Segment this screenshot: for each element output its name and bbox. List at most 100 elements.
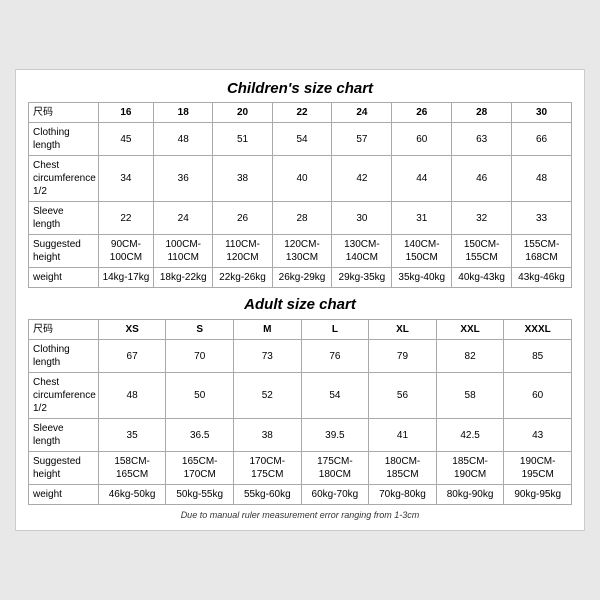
- table-cell: 48: [512, 156, 572, 202]
- table-cell: 165CM-170CM: [166, 452, 234, 485]
- table-cell: 26kg-29kg: [272, 268, 332, 288]
- table-cell: 44: [392, 156, 452, 202]
- table-cell: 190CM-195CM: [504, 452, 572, 485]
- table-cell: 130CM-140CM: [332, 235, 392, 268]
- table-cell: 28: [272, 202, 332, 235]
- table-row: Chest circumference 1/248505254565860: [29, 373, 572, 419]
- header-cell: 26: [392, 103, 452, 123]
- table-cell: 90CM-100CM: [98, 235, 153, 268]
- header-cell: 18: [154, 103, 213, 123]
- table-cell: 46: [452, 156, 512, 202]
- header-cell: 24: [332, 103, 392, 123]
- table-cell: 80kg-90kg: [436, 485, 504, 505]
- row-label: weight: [29, 268, 99, 288]
- table-cell: 110CM-120CM: [213, 235, 272, 268]
- header-cell: XS: [98, 320, 166, 340]
- table-cell: 36: [154, 156, 213, 202]
- adult-chart-title: Adult size chart: [28, 296, 572, 313]
- children-chart-title: Children's size chart: [28, 80, 572, 97]
- table-cell: 45: [98, 123, 153, 156]
- table-row: Clothing length4548515457606366: [29, 123, 572, 156]
- table-cell: 26: [213, 202, 272, 235]
- table-cell: 46kg-50kg: [98, 485, 166, 505]
- table-cell: 38: [234, 419, 302, 452]
- adult-table: 尺码XSSMLXLXXLXXXLClothing length677073767…: [28, 319, 572, 505]
- table-row: Suggested height158CM-165CM165CM-170CM17…: [29, 452, 572, 485]
- table-cell: 30: [332, 202, 392, 235]
- row-label: Suggested height: [29, 235, 99, 268]
- table-cell: 22kg-26kg: [213, 268, 272, 288]
- row-label: Suggested height: [29, 452, 99, 485]
- table-cell: 55kg-60kg: [234, 485, 302, 505]
- header-row: 尺码1618202224262830: [29, 103, 572, 123]
- table-cell: 29kg-35kg: [332, 268, 392, 288]
- table-cell: 180CM-185CM: [369, 452, 437, 485]
- table-cell: 14kg-17kg: [98, 268, 153, 288]
- table-row: Suggested height90CM-100CM100CM-110CM110…: [29, 235, 572, 268]
- table-cell: 175CM-180CM: [301, 452, 369, 485]
- table-cell: 51: [213, 123, 272, 156]
- table-cell: 31: [392, 202, 452, 235]
- table-cell: 52: [234, 373, 302, 419]
- header-cell: XXXL: [504, 320, 572, 340]
- row-label: weight: [29, 485, 99, 505]
- footer-note: Due to manual ruler measurement error ra…: [28, 510, 572, 520]
- header-cell: XL: [369, 320, 437, 340]
- table-cell: 58: [436, 373, 504, 419]
- table-cell: 67: [98, 340, 166, 373]
- header-cell: 30: [512, 103, 572, 123]
- table-cell: 76: [301, 340, 369, 373]
- header-cell: L: [301, 320, 369, 340]
- table-cell: 73: [234, 340, 302, 373]
- table-cell: 42: [332, 156, 392, 202]
- table-cell: 60: [504, 373, 572, 419]
- table-cell: 22: [98, 202, 153, 235]
- row-label: Sleeve length: [29, 202, 99, 235]
- table-cell: 35kg-40kg: [392, 268, 452, 288]
- table-row: Chest circumference 1/23436384042444648: [29, 156, 572, 202]
- table-cell: 40kg-43kg: [452, 268, 512, 288]
- header-cell: 22: [272, 103, 332, 123]
- header-cell: S: [166, 320, 234, 340]
- table-cell: 41: [369, 419, 437, 452]
- table-cell: 43: [504, 419, 572, 452]
- table-cell: 35: [98, 419, 166, 452]
- table-cell: 56: [369, 373, 437, 419]
- header-cell: M: [234, 320, 302, 340]
- table-cell: 24: [154, 202, 213, 235]
- row-label: Clothing length: [29, 340, 99, 373]
- table-cell: 85: [504, 340, 572, 373]
- table-cell: 70kg-80kg: [369, 485, 437, 505]
- table-cell: 36.5: [166, 419, 234, 452]
- table-cell: 185CM-190CM: [436, 452, 504, 485]
- table-cell: 43kg-46kg: [512, 268, 572, 288]
- header-row: 尺码XSSMLXLXXLXXXL: [29, 320, 572, 340]
- table-cell: 60: [392, 123, 452, 156]
- table-cell: 63: [452, 123, 512, 156]
- table-row: weight14kg-17kg18kg-22kg22kg-26kg26kg-29…: [29, 268, 572, 288]
- row-label: Chest circumference 1/2: [29, 373, 99, 419]
- row-label: Sleeve length: [29, 419, 99, 452]
- table-cell: 34: [98, 156, 153, 202]
- table-cell: 48: [154, 123, 213, 156]
- table-cell: 32: [452, 202, 512, 235]
- table-cell: 39.5: [301, 419, 369, 452]
- table-cell: 155CM-168CM: [512, 235, 572, 268]
- table-cell: 50: [166, 373, 234, 419]
- chart-container: Children's size chart 尺码1618202224262830…: [15, 69, 585, 532]
- header-cell: XXL: [436, 320, 504, 340]
- table-cell: 38: [213, 156, 272, 202]
- table-cell: 57: [332, 123, 392, 156]
- table-cell: 120CM-130CM: [272, 235, 332, 268]
- table-cell: 48: [98, 373, 166, 419]
- table-cell: 18kg-22kg: [154, 268, 213, 288]
- table-cell: 66: [512, 123, 572, 156]
- header-cell: 尺码: [29, 320, 99, 340]
- table-row: Sleeve length3536.53839.54142.543: [29, 419, 572, 452]
- table-cell: 33: [512, 202, 572, 235]
- row-label: Chest circumference 1/2: [29, 156, 99, 202]
- table-cell: 40: [272, 156, 332, 202]
- table-row: weight46kg-50kg50kg-55kg55kg-60kg60kg-70…: [29, 485, 572, 505]
- table-cell: 70: [166, 340, 234, 373]
- table-cell: 100CM-110CM: [154, 235, 213, 268]
